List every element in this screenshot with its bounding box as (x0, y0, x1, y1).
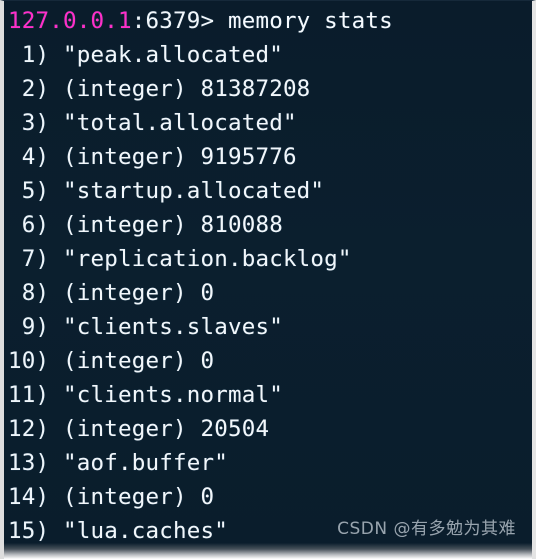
output-line: 10) (integer) 0 (8, 344, 532, 378)
line-value: "clients.slaves" (63, 314, 283, 340)
console-output: 127.0.0.1:6379> memory stats 1) "peak.al… (4, 1, 532, 548)
line-value: "lua.caches" (63, 518, 228, 544)
output-line: 3) "total.allocated" (8, 106, 532, 140)
line-value: (integer) 9195776 (63, 144, 297, 170)
output-line: 11) "clients.normal" (8, 378, 532, 412)
prompt-line: 127.0.0.1:6379> memory stats (8, 4, 532, 38)
line-index: 8) (8, 280, 50, 306)
line-value: "clients.normal" (63, 382, 283, 408)
line-value: (integer) 0 (63, 348, 215, 374)
output-line: 5) "startup.allocated" (8, 174, 532, 208)
line-index: 10) (8, 348, 50, 374)
line-index: 13) (8, 450, 50, 476)
line-index: 3) (8, 110, 50, 136)
line-index: 11) (8, 382, 50, 408)
line-index: 15) (8, 518, 50, 544)
line-value: (integer) 81387208 (63, 76, 311, 102)
line-index: 1) (8, 42, 50, 68)
terminal-window[interactable]: 127.0.0.1:6379> memory stats 1) "peak.al… (0, 0, 536, 559)
output-line: 15) "lua.caches" (8, 514, 532, 548)
line-value: "replication.backlog" (63, 246, 352, 272)
output-line: 9) "clients.slaves" (8, 310, 532, 344)
line-index: 9) (8, 314, 50, 340)
line-index: 12) (8, 416, 50, 442)
line-index: 7) (8, 246, 50, 272)
prompt-command: memory stats (214, 8, 393, 34)
prompt-host: 127.0.0.1 (8, 8, 132, 34)
output-line: 7) "replication.backlog" (8, 242, 532, 276)
line-index: 5) (8, 178, 50, 204)
line-value: (integer) 0 (63, 484, 215, 510)
line-value: "peak.allocated" (63, 42, 283, 68)
line-index: 14) (8, 484, 50, 510)
output-line: 8) (integer) 0 (8, 276, 532, 310)
output-line: 12) (integer) 20504 (8, 412, 532, 446)
output-line: 6) (integer) 810088 (8, 208, 532, 242)
line-value: "total.allocated" (63, 110, 297, 136)
line-index: 4) (8, 144, 50, 170)
line-index: 6) (8, 212, 50, 238)
output-line: 13) "aof.buffer" (8, 446, 532, 480)
output-line: 14) (integer) 0 (8, 480, 532, 514)
line-value: "startup.allocated" (63, 178, 325, 204)
output-line: 2) (integer) 81387208 (8, 72, 532, 106)
line-value: (integer) 20504 (63, 416, 270, 442)
output-line: 1) "peak.allocated" (8, 38, 532, 72)
line-index: 2) (8, 76, 50, 102)
prompt-port-caret: :6379> (131, 8, 215, 34)
line-value: "aof.buffer" (63, 450, 228, 476)
line-value: (integer) 0 (63, 280, 215, 306)
line-value: (integer) 810088 (63, 212, 283, 238)
command-text: memory stats (227, 8, 393, 34)
output-line: 4) (integer) 9195776 (8, 140, 532, 174)
